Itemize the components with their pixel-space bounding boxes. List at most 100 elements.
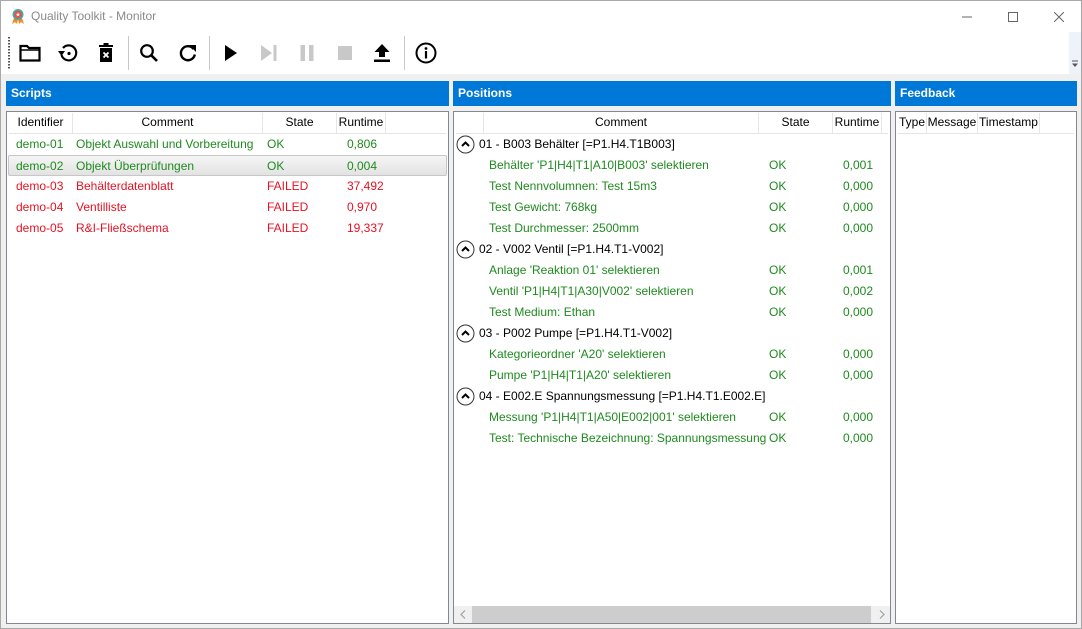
trash-icon (99, 43, 113, 62)
toolbar-separator (128, 36, 129, 70)
folder-icon (19, 44, 41, 62)
position-state: OK (769, 368, 787, 382)
position-state: OK (769, 410, 787, 424)
column-header-timestamp[interactable]: Timestamp (978, 113, 1040, 133)
position-state: OK (769, 221, 787, 235)
chevron-right-icon (879, 610, 885, 619)
collapse-chevron-icon[interactable] (456, 135, 475, 154)
feedback-panel: Feedback Type Message Timestamp (895, 81, 1077, 624)
script-row[interactable]: demo-03 Behälterdatenblatt FAILED 37,492 (7, 176, 448, 197)
close-icon (1054, 11, 1064, 22)
position-item-row[interactable]: Behälter 'P1|H4|T1|A10|B003' selektieren… (454, 155, 890, 176)
upload-button[interactable] (367, 38, 397, 68)
script-identifier: demo-05 (16, 221, 64, 235)
column-header-comment[interactable]: Comment (73, 113, 263, 133)
position-state: OK (769, 179, 787, 193)
column-header-filler (386, 113, 446, 133)
refresh-button[interactable] (173, 38, 203, 68)
step-button (254, 38, 284, 68)
position-item-row[interactable]: Kategorieordner 'A20' selektieren OK 0,000 (454, 344, 890, 365)
position-group-row[interactable]: 04 - E002.E Spannungsmessung [=P1.H4.T1.… (454, 386, 890, 407)
overflow-chevron-icon (1072, 60, 1078, 67)
script-runtime: 19,337 (347, 221, 384, 235)
collapse-chevron-icon[interactable] (456, 324, 475, 343)
script-row[interactable]: demo-02 Objekt Überprüfungen OK 0,004 (8, 155, 447, 176)
scripts-panel-header: Scripts (6, 81, 449, 106)
positions-horizontal-scrollbar[interactable] (454, 606, 890, 623)
position-comment: Test Durchmesser: 2500mm (489, 221, 640, 235)
info-icon (415, 42, 437, 64)
script-comment: Behälterdatenblatt (76, 179, 174, 193)
position-group-row[interactable]: 01 - B003 Behälter [=P1.H4.T1B003] (454, 134, 890, 155)
column-header-type[interactable]: Type (898, 113, 927, 133)
position-group-row[interactable]: 02 - V002 Ventil [=P1.H4.T1-V002] (454, 239, 890, 260)
position-item-row[interactable]: Test Gewicht: 768kg OK 0,000 (454, 197, 890, 218)
position-comment: Pumpe 'P1|H4|T1|A20' selektieren (489, 368, 672, 382)
scripts-rows: demo-01 Objekt Auswahl und Vorbereitung OK… (7, 134, 448, 239)
position-group-label: 02 - V002 Ventil [=P1.H4.T1-V002] (479, 242, 664, 256)
column-header-runtime[interactable]: Runtime (337, 113, 386, 133)
column-header-comment[interactable]: Comment (484, 113, 759, 133)
script-identifier: demo-01 (16, 137, 64, 151)
award-ribbon-icon (12, 9, 24, 24)
column-header-runtime[interactable]: Runtime (833, 113, 882, 133)
column-header-state[interactable]: State (263, 113, 337, 133)
play-icon (225, 45, 237, 61)
position-runtime: 0,001 (843, 158, 874, 172)
script-row[interactable]: demo-04 Ventilliste FAILED 0,970 (7, 197, 448, 218)
script-row[interactable]: demo-05 R&I-Fließschema FAILED 19,337 (7, 218, 448, 239)
maximize-button[interactable] (990, 1, 1036, 32)
position-item-row[interactable]: Test: Technische Bezeichnung: Spannungsm… (454, 428, 890, 449)
run-button[interactable] (216, 38, 246, 68)
positions-panel-header: Positions (453, 81, 891, 106)
position-runtime: 0,001 (843, 263, 874, 277)
position-runtime: 0,000 (843, 347, 874, 361)
position-item-row[interactable]: Test Durchmesser: 2500mm OK 0,000 (454, 218, 890, 239)
position-item-row[interactable]: Ventil 'P1|H4|T1|A30|V002' selektieren OK… (454, 281, 890, 302)
collapse-chevron-icon[interactable] (456, 240, 475, 259)
toolbar-overflow-button[interactable] (1069, 32, 1081, 74)
script-row[interactable]: demo-01 Objekt Auswahl und Vorbereitung OK… (7, 134, 448, 155)
open-folder-button[interactable] (15, 38, 45, 68)
scripts-panel: Scripts Identifier Comment State Runtime… (6, 81, 449, 624)
info-button[interactable] (411, 38, 441, 68)
feedback-grid-header: Type Message Timestamp (898, 113, 1074, 134)
pause-button (292, 38, 322, 68)
position-comment: Messung 'P1|H4|T1|A50|E002|001' selektie… (489, 410, 736, 424)
restore-button[interactable] (53, 38, 83, 68)
collapse-chevron-icon[interactable] (456, 387, 475, 406)
scroll-left-button[interactable] (454, 606, 471, 623)
script-state: FAILED (267, 200, 309, 214)
search-button[interactable] (134, 38, 164, 68)
position-comment: Test Gewicht: 768kg (489, 200, 598, 214)
stop-button (330, 38, 360, 68)
position-group-label: 01 - B003 Behälter [=P1.H4.T1B003] (479, 137, 675, 151)
position-item-row[interactable]: Test Medium: Ethan OK 0,000 (454, 302, 890, 323)
script-runtime: 37,492 (347, 179, 384, 193)
script-comment: Objekt Auswahl und Vorbereitung (76, 137, 254, 151)
position-item-row[interactable]: Test Nennvolumnen: Test 15m3 OK 0,000 (454, 176, 890, 197)
minimize-button[interactable] (944, 1, 990, 32)
column-header-message[interactable]: Message (927, 113, 978, 133)
feedback-grid: Type Message Timestamp (895, 111, 1077, 624)
delete-button[interactable] (91, 38, 121, 68)
position-item-row[interactable]: Messung 'P1|H4|T1|A50|E002|001' selektie… (454, 407, 890, 428)
scroll-thumb[interactable] (472, 606, 871, 623)
column-header-state[interactable]: State (759, 113, 833, 133)
toolbar-grip[interactable] (8, 37, 10, 69)
stop-icon (338, 46, 352, 60)
script-runtime: 0,004 (347, 159, 378, 173)
refresh-icon (179, 45, 196, 62)
position-item-row[interactable]: Pumpe 'P1|H4|T1|A20' selektieren OK 0,000 (454, 365, 890, 386)
window-title: Quality Toolkit - Monitor (31, 9, 157, 23)
close-button[interactable] (1036, 1, 1082, 32)
upload-icon (374, 44, 390, 62)
column-header-identifier[interactable]: Identifier (9, 113, 73, 133)
positions-rows: 01 - B003 Behälter [=P1.H4.T1B003] Behält… (454, 134, 890, 449)
position-group-row[interactable]: 03 - P002 Pumpe [=P1.H4.T1-V002] (454, 323, 890, 344)
position-comment: Ventil 'P1|H4|T1|A30|V002' selektieren (489, 284, 694, 298)
position-state: OK (769, 284, 787, 298)
scroll-right-button[interactable] (873, 606, 890, 623)
position-state: OK (769, 305, 787, 319)
position-item-row[interactable]: Anlage 'Reaktion 01' selektieren OK 0,001 (454, 260, 890, 281)
